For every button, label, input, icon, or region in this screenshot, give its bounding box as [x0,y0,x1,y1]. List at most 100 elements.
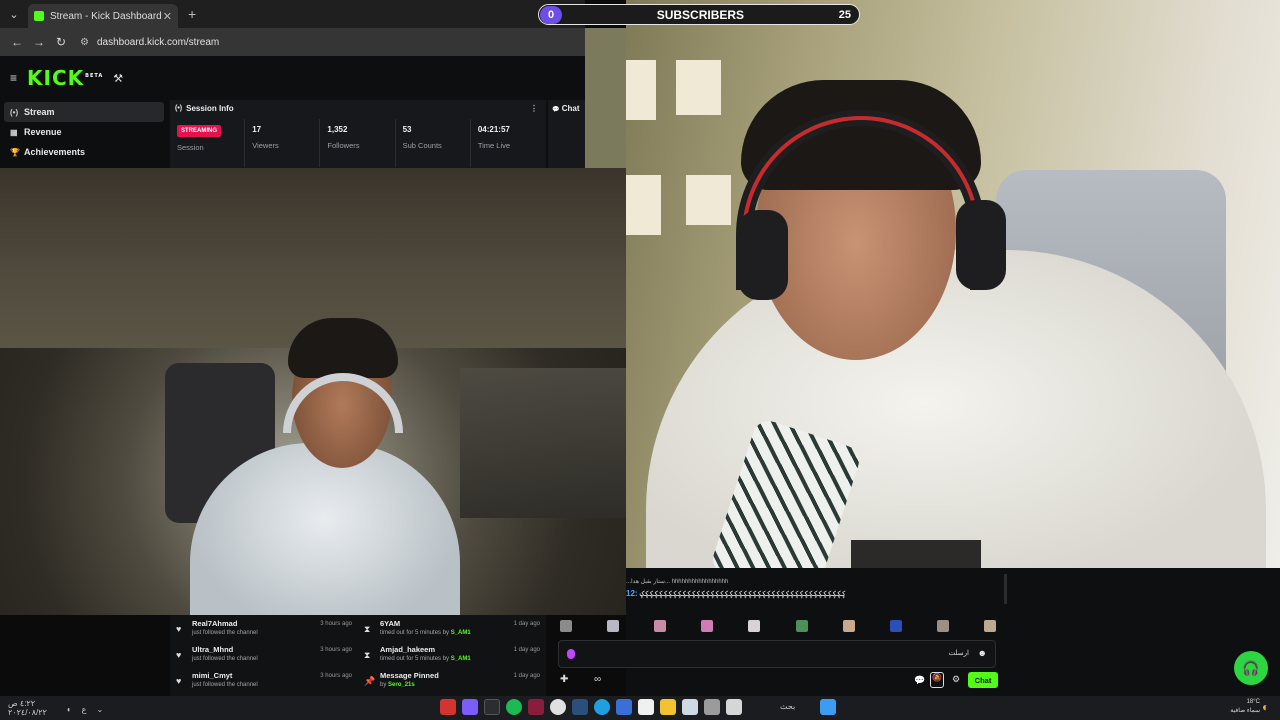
wall-niche [676,60,721,115]
emote-icon[interactable] [748,620,761,632]
spotify-icon[interactable] [506,699,522,715]
session-info-panel: (•) Session Info ⋮ STREAMING Session 17 … [170,100,546,168]
store-icon[interactable]: ∞ [594,674,601,685]
emote-icon[interactable] [842,620,855,632]
address-bar[interactable]: ⚙ dashboard.kick.com/stream [80,37,219,48]
webcam-guest [0,168,626,615]
emote-icon[interactable] [701,620,714,632]
tray-clock[interactable]: ٤:٢٢ ص ٢٠٢٤/٠٨/٢٢ [8,700,57,718]
feed-username[interactable]: Amjad_hakeem [380,645,471,654]
moderator-name[interactable]: S_AM1 [451,630,471,636]
room-shelf [460,368,626,518]
dashboard-sidebar: (•) Stream ▦ Revenue 🏆 Achievements [4,102,164,162]
reload-icon[interactable]: ↻ [50,35,72,49]
app-icon[interactable] [528,699,544,715]
stat-label: Sub Counts [402,141,442,150]
hamburger-menu-icon[interactable]: ≡ [10,71,17,85]
microphone-icon[interactable] [567,649,575,659]
activity-feed-follows: ♥ Real7Ahmad just followed the channel 3 … [170,615,358,696]
chat-input-text: ارسلت [948,650,969,657]
feed-detail-text: timed out for 5 minutes by [380,656,451,662]
kick-logo[interactable]: KICKBETA [27,66,103,90]
browser-tab[interactable]: Stream - Kick Dashboard ✕ [28,4,178,28]
emote-icon[interactable] [936,620,949,632]
clock-date: ٢٠٢٤/٠٨/٢٢ [8,708,47,717]
emote-icon[interactable] [654,620,667,632]
close-tab-icon[interactable]: ✕ [163,10,172,23]
chrome-icon[interactable] [550,699,566,715]
weather-moon-icon: ◐ [1262,700,1270,714]
sidebar-item-achievements[interactable]: 🏆 Achievements [4,142,164,162]
file-explorer-icon[interactable] [660,699,676,715]
broadcast-icon: (•) [10,107,19,117]
chat-bubble-icon[interactable]: 💬 [914,675,925,686]
app-icon[interactable] [704,699,720,715]
feed-username[interactable]: Ultra_Mhnd [192,645,258,654]
emote-icon[interactable] [795,620,808,632]
app-icon[interactable] [682,699,698,715]
gear-icon[interactable]: ⚙ [952,674,960,685]
sidebar-item-stream[interactable]: (•) Stream [4,102,164,122]
chat-input[interactable]: ارسلت ☻ [558,640,996,668]
feed-detail: just followed the channel [192,656,258,662]
wall-niche [626,175,661,235]
start-icon[interactable] [820,699,836,715]
heart-icon: ♥ [176,650,182,660]
chat-panel-header[interactable]: 💬 Chat [548,100,585,168]
emote-icon[interactable] [607,620,620,632]
shirt-print [851,540,981,568]
chat-message-text: ؼؼؼؼؼؼؼؼؼؼؼؼؼؼؼؼؼؼؼؼؼؼؼؼؼؼؼؼؼؼؼؼؼؼؼؼؼؼؼؼ… [637,589,847,598]
tab-list-button[interactable]: ⌄ [0,0,28,28]
app-icon[interactable] [462,699,478,715]
emote-icon[interactable] [889,620,902,632]
kick-dashboard: ≡ KICKBETA ⚒ (•) Stream ▦ Revenue 🏆 Achi… [0,56,585,168]
extensions-icon[interactable]: ✚ [560,674,568,685]
send-chat-button[interactable]: Chat [968,672,998,688]
chat-toolbar: ✚ ∞ 💬 🔕 ⚙ Chat [558,672,998,690]
sub-goal-target: 25 [838,8,851,21]
emote-icon[interactable] [560,620,572,632]
stat-label: Followers [327,141,360,150]
moderator-name[interactable]: S_AM1 [451,656,471,662]
app-icon[interactable] [440,699,456,715]
app-icon[interactable] [484,699,500,715]
taskbar-search[interactable]: بحث [780,702,795,711]
tray-item[interactable]: ع [82,705,87,714]
emoji-icon[interactable]: ☻ [978,648,987,658]
feed-username[interactable]: mimi_Cmyt [192,671,258,680]
new-tab-button[interactable]: + [188,6,196,22]
stat-value: 04:21:57 [477,125,510,134]
feed-time: 1 day ago [513,647,540,653]
more-options-icon[interactable]: ⋮ [530,104,538,113]
tray-item[interactable]: ◐ [67,705,72,714]
site-info-icon[interactable]: ⚙ [80,37,89,48]
feed-username[interactable]: Message Pinned [380,671,439,680]
sidebar-item-revenue[interactable]: ▦ Revenue [4,122,164,142]
back-icon[interactable]: ← [6,35,28,49]
weather-text: سماء صافية [1230,708,1260,714]
headset-support-button[interactable]: 🎧 [1234,651,1268,685]
chat-scrollbar[interactable] [1004,574,1007,604]
hammer-icon[interactable]: ⚒ [113,72,123,85]
heart-icon: ♥ [176,676,182,686]
trophy-icon: 🏆 [10,147,20,157]
headphone-cup-left [738,210,788,300]
status-badge: STREAMING [177,125,221,137]
weather-widget[interactable]: 18°C سماء صافية [1200,698,1260,716]
app-icon[interactable] [726,699,742,715]
feed-username[interactable]: Real7Ahmad [192,619,258,628]
chat-username[interactable]: 12: [626,589,638,598]
feed-detail: by Sero_21s [380,682,439,688]
feed-username[interactable]: 6YAM [380,619,471,628]
webcam-right-edge [585,28,626,168]
forward-icon[interactable]: → [28,35,50,49]
edge-icon[interactable] [594,699,610,715]
app-icon[interactable] [616,699,632,715]
app-icon[interactable] [638,699,654,715]
steam-icon[interactable] [572,699,588,715]
wall-niche [626,60,656,120]
moderator-name[interactable]: Sero_21s [388,682,415,688]
mute-icon[interactable]: 🔕 [930,672,944,688]
emote-icon[interactable] [983,620,996,632]
tray-item[interactable]: ⌄ [96,705,103,714]
